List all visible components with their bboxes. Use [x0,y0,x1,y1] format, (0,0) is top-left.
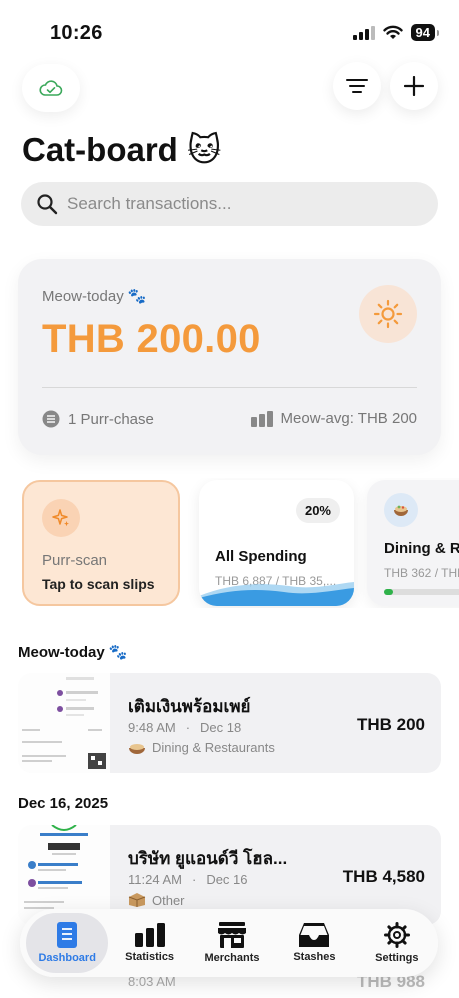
transaction-title: บริษัท ยูแอนด์วี โฮล... [128,849,288,868]
status-bar: 10:26 94 [0,0,459,62]
cloud-sync-button[interactable] [22,64,80,112]
transaction-category-label: Other [152,892,185,908]
meta-dot: · [185,720,191,735]
sun-badge [359,285,417,343]
tab-dashboard[interactable]: Dashboard [26,913,109,973]
transaction-row[interactable]: เติมเงินพร้อมเพย์ 9:48 AM · Dec 18 Dining … [18,673,441,773]
dining-badge [384,493,418,527]
spending-percent-badge: 20% [295,498,340,523]
add-transaction-button[interactable] [390,62,438,110]
transaction-category: Dining & Restaurants [128,740,275,755]
transaction-category: Other [128,892,185,908]
meta-dot: · [191,872,197,887]
tab-merchants[interactable]: Merchants [191,913,273,973]
dining-tile-subtitle: THB 362 / THB 5,000 [384,566,459,580]
average-spend: Meow-avg: THB 200 [250,410,417,427]
search-icon [37,194,58,215]
search-input[interactable] [67,194,397,214]
sparkle-badge [42,499,80,537]
section-header-today: Meow-today 🐾 [18,644,128,661]
today-amount: THB 200.00 [42,317,261,361]
cellular-signal-icon [352,25,375,40]
gear-icon [383,922,410,948]
transaction-datetime: 11:24 AM · Dec 16 [128,872,248,887]
section-header-date: Dec 16, 2025 [18,795,109,812]
receipt-preview-image [18,673,110,773]
dining-tile-title: Dining & Restaurants [384,540,459,557]
food-bowl-icon [394,505,408,516]
filter-lines-icon [346,79,368,93]
bar-chart-icon [134,923,165,947]
dining-progress-bar [384,589,459,595]
transaction-datetime: 9:48 AM · Dec 18 [128,720,241,735]
transaction-amount: THB 4,580 [342,867,425,886]
spending-tile-title: All Spending [215,548,307,565]
transaction-time: 11:24 AM [128,872,182,887]
tab-statistics[interactable]: Statistics [108,913,190,973]
sparkle-icon [52,509,69,527]
tab-label: Dashboard [38,952,96,964]
package-box-icon [128,893,146,907]
list-icon [42,410,60,428]
all-spending-tile[interactable]: 20% All Spending THB 6,887 / THB 35,... [199,480,354,606]
receipt-thumbnail[interactable] [18,673,110,773]
status-time: 10:26 [50,22,103,44]
spending-wave-fill [199,582,354,606]
today-summary-card[interactable]: Meow-today 🐾 THB 200.00 1 Purr-chase Meo… [18,259,441,455]
transaction-time: 9:48 AM [128,720,176,735]
status-icons: 94 [352,24,440,41]
transaction-amount: THB 200 [356,715,425,734]
bar-chart-icon [250,410,273,427]
transaction-date: Dec 18 [200,720,242,735]
bottom-tab-bar: Dashboard Statistics Merchants Stashes S… [20,909,438,977]
scan-slips-tile[interactable]: Purr-scan Tap to scan slips [22,480,180,606]
tab-label: Stashes [293,951,336,963]
purchase-count: 1 Purr-chase [42,410,154,428]
dining-progress-fill [384,589,394,595]
average-spend-label: Meow-avg: THB 200 [280,410,417,427]
cloud-check-icon [39,80,63,96]
food-bowl-icon [129,743,145,754]
transaction-title: เติมเงินพร้อมเพย์ [128,697,251,716]
scan-tile-subtitle: Tap to scan slips [42,576,155,592]
sun-icon [373,299,403,329]
transaction-date: Dec 16 [206,872,248,887]
today-label: Meow-today 🐾 [42,288,147,305]
divider [42,387,417,388]
wifi-icon [382,25,403,39]
tab-settings[interactable]: Settings [356,913,438,973]
dashboard-icon [57,922,78,948]
scan-tile-title: Purr-scan [42,552,108,569]
search-bar[interactable] [21,182,438,226]
filter-button[interactable] [333,62,381,110]
dining-budget-tile[interactable]: Dining & Restaurants THB 362 / THB 5,000 [367,480,459,606]
page-title: Cat-board 🐱 [22,131,222,168]
plus-icon [404,76,424,96]
tab-label: Statistics [125,951,175,963]
battery-icon: 94 [410,24,440,41]
purchase-count-label: 1 Purr-chase [68,410,154,428]
tab-label: Merchants [204,952,260,964]
quick-tiles: Purr-scan Tap to scan slips 20% All Spen… [0,478,459,608]
inbox-tray-icon [299,923,330,947]
storefront-icon [218,922,247,948]
transaction-category-label: Dining & Restaurants [152,740,275,755]
tab-stashes[interactable]: Stashes [273,913,355,973]
tab-label: Settings [375,952,419,964]
